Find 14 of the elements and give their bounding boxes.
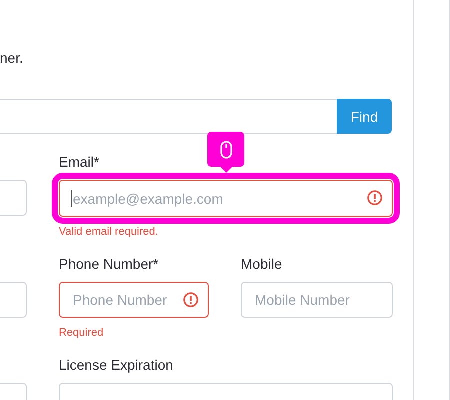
field-label: Mobile: [241, 255, 284, 273]
mouse-icon: [220, 140, 232, 158]
search-field[interactable]: [0, 99, 337, 134]
field-label: License Expiration: [59, 356, 174, 374]
find-button[interactable]: Find: [337, 99, 392, 134]
input-field[interactable]: Phone Number: [59, 282, 209, 318]
error-message: Valid email required.: [59, 226, 158, 238]
field-label: Email*: [59, 153, 100, 171]
error-message: Required: [59, 327, 104, 339]
intro-text: ner.: [0, 49, 24, 67]
alert-icon: [183, 292, 199, 308]
text-cursor: [71, 190, 72, 207]
alert-icon: [367, 190, 383, 206]
field-label: Phone Number*: [59, 255, 160, 273]
